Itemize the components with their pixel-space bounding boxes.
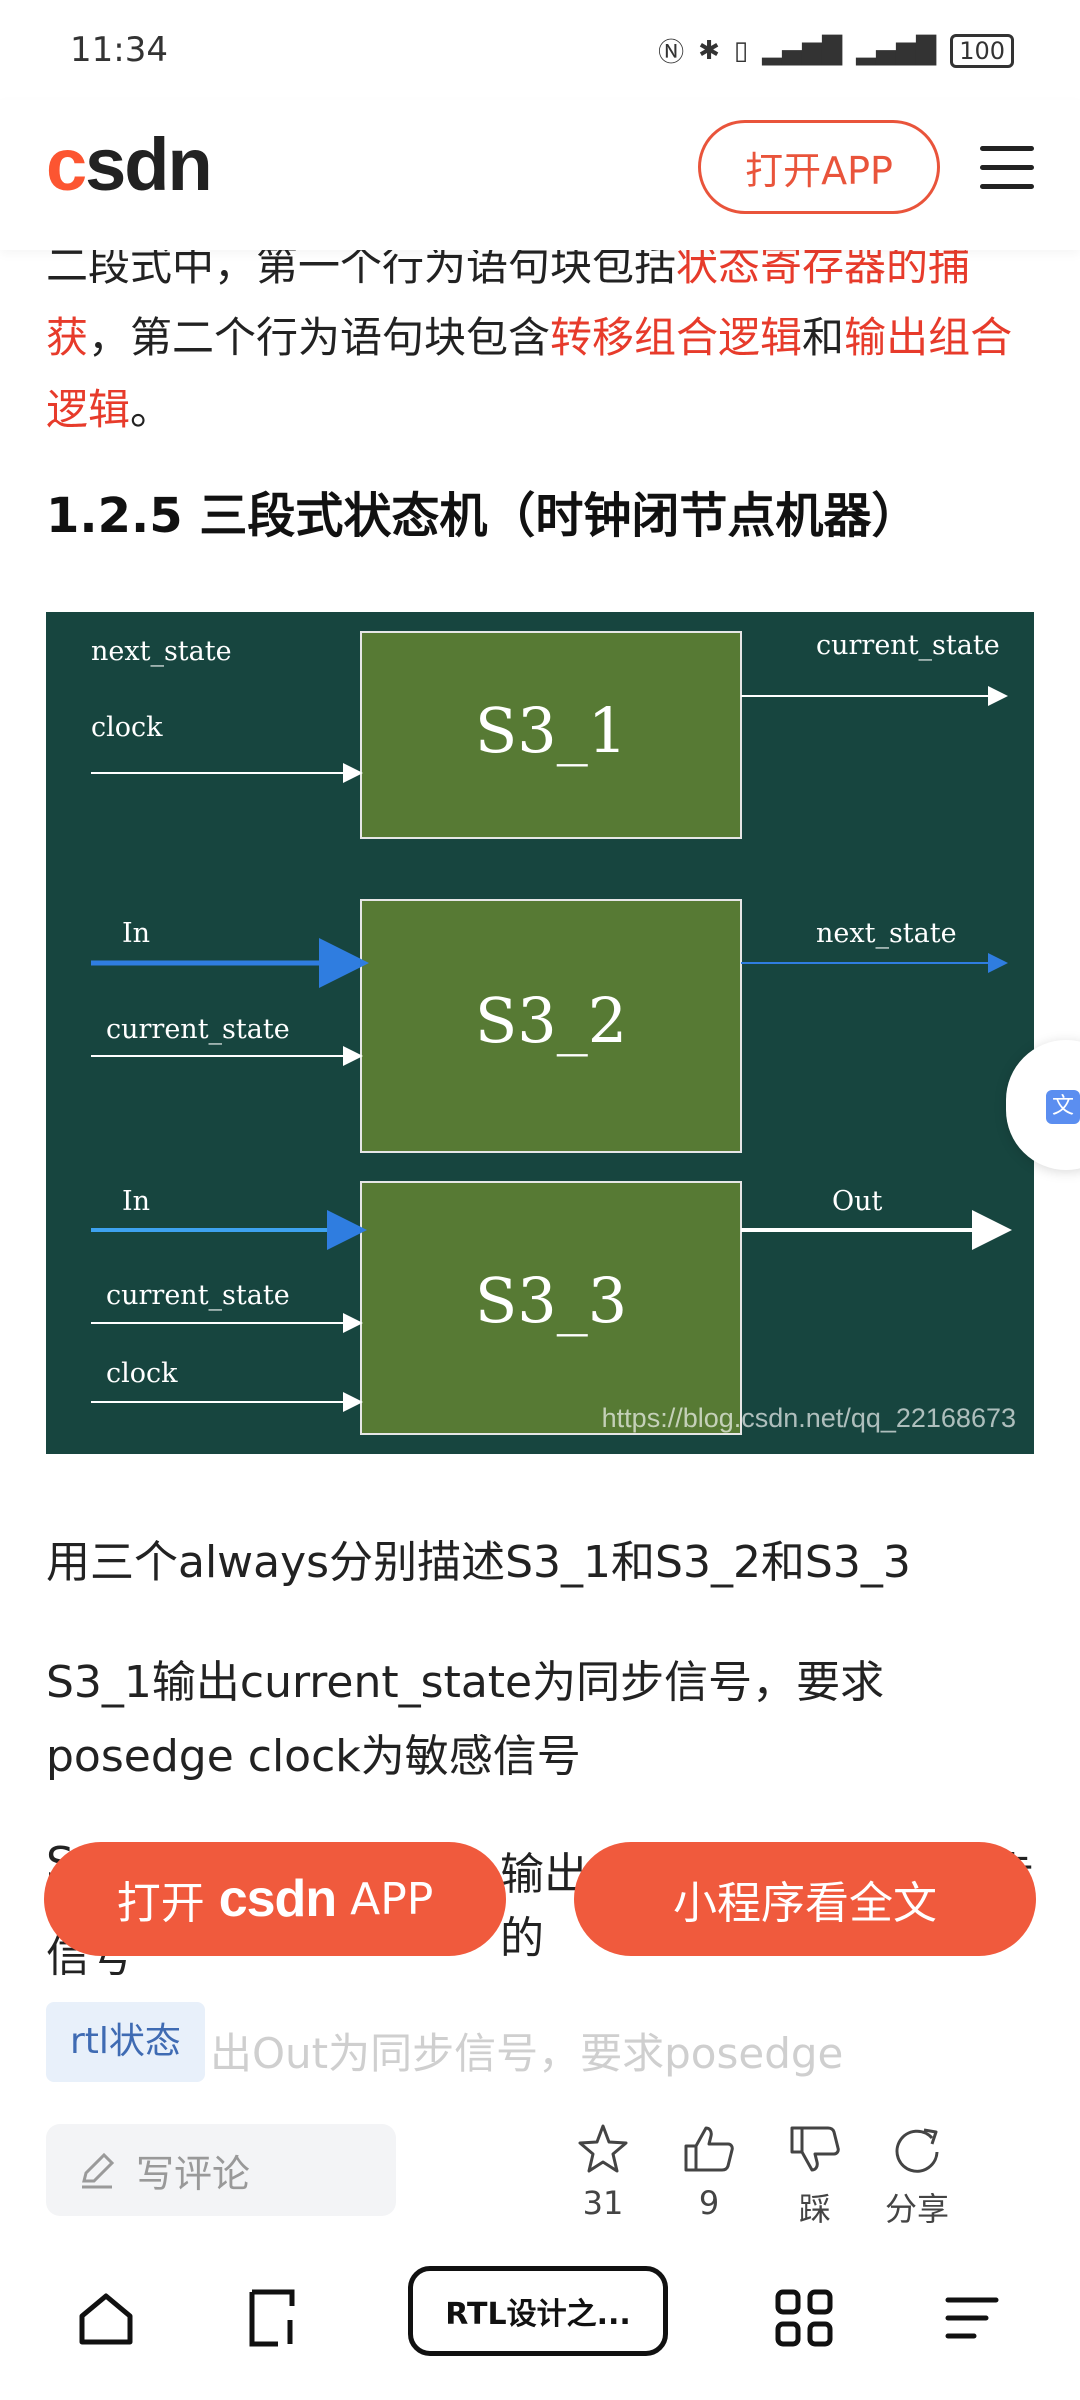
like-count: 9 xyxy=(698,2184,720,2222)
home-button[interactable] xyxy=(66,2278,146,2358)
intro-seg-4: 和 xyxy=(802,313,845,362)
intro-seg-3: 转移组合逻辑 xyxy=(550,313,803,362)
share-label: 分享 xyxy=(884,2190,949,2228)
para-always: 用三个always分别描述S3_1和S3_2和S3_3 xyxy=(46,1537,911,1588)
menu-lines-icon xyxy=(945,2297,999,2339)
star-icon xyxy=(578,2124,628,2173)
share-button[interactable]: 分享 xyxy=(872,2116,962,2230)
comment-placeholder: 写评论 xyxy=(136,2151,251,2196)
b3-input-in: In xyxy=(122,1186,150,1217)
apps-button[interactable] xyxy=(764,2278,844,2358)
image-watermark: https://blog.csdn.net/qq_22168673 xyxy=(601,1403,1016,1433)
section-heading: 1.2.5 三段式状态机（时钟闭节点机器） xyxy=(46,488,920,544)
b3-input-clock: clock xyxy=(106,1358,178,1389)
star-count: 31 xyxy=(582,2184,624,2222)
dislike-label: 踩 xyxy=(798,2190,831,2228)
comment-input[interactable]: 写评论 xyxy=(46,2124,396,2216)
tabs-button[interactable] xyxy=(234,2278,314,2358)
current-tab-pill[interactable]: RTL设计之... xyxy=(408,2266,668,2356)
tabs-icon xyxy=(249,2289,295,2347)
mini-program-read-button[interactable]: 小程序看全文 xyxy=(574,1842,1036,1956)
csdn-logo[interactable]: csdn xyxy=(46,122,213,207)
dislike-button[interactable]: 踩 xyxy=(770,2116,860,2230)
star-button[interactable]: 31 xyxy=(558,2116,648,2222)
browser-nav-bar: RTL设计之... xyxy=(0,2250,1080,2400)
b3-input-current-state: current_state xyxy=(106,1280,290,1311)
share-icon xyxy=(895,2128,939,2173)
signal-4g-icon: ▂▄▆█ xyxy=(856,35,937,66)
thumbs-up-icon xyxy=(684,2126,734,2172)
tag-rtl[interactable]: rtl状态 xyxy=(46,2002,205,2082)
para-s3-1-line2: posedge clock为敏感信号 xyxy=(46,1731,581,1782)
pencil-icon xyxy=(82,2152,115,2189)
translate-icon: 文 xyxy=(1046,1090,1080,1124)
fsm-diagram-svg: S3_1 next_state clock current_state S3_2… xyxy=(91,630,1012,1435)
b1-input-clock: clock xyxy=(91,712,163,743)
vibrate-icon: ▯ xyxy=(733,35,749,66)
article-body: 二段式中，第一个行为语句块包括状态寄存器的捕获，第二个行为语句块包含转移组合逻辑… xyxy=(46,230,1036,546)
intro-paragraph: 二段式中，第一个行为语句块包括状态寄存器的捕获，第二个行为语句块包含转移组合逻辑… xyxy=(46,230,1036,446)
status-time: 11:34 xyxy=(70,30,168,70)
open-csdn-app-button[interactable]: 打开 csdn APP xyxy=(44,1842,506,1956)
nfc-icon: Ⓝ xyxy=(658,38,685,68)
block-s3-3-label: S3_3 xyxy=(475,1264,627,1337)
intro-seg-6: 。 xyxy=(130,385,173,434)
home-icon xyxy=(79,2293,133,2345)
open-app-button[interactable]: 打开APP xyxy=(698,120,940,214)
b1-input-next-state: next_state xyxy=(91,636,232,667)
grid-icon xyxy=(775,2289,833,2347)
action-bar: 写评论 31 9 踩 分享 xyxy=(0,2100,1080,2250)
status-bar: 11:34 Ⓝ ✱ ▯ ▂▄▆█ ▂▄▆█ 100 xyxy=(0,0,1080,100)
b2-input-in: In xyxy=(122,918,150,949)
b3-output-label: Out xyxy=(832,1186,883,1217)
top-bar: csdn 打开APP xyxy=(0,100,1080,250)
status-icons: Ⓝ ✱ ▯ ▂▄▆█ ▂▄▆█ 100 xyxy=(658,32,1014,69)
signal-5g-icon: ▂▄▆█ xyxy=(762,35,843,66)
more-menu-button[interactable] xyxy=(932,2278,1012,2358)
para-s3-1-line1: S3_1输出current_state为同步信号，要求 xyxy=(46,1657,885,1708)
bluetooth-icon: ✱ xyxy=(698,35,720,66)
thumbs-down-icon xyxy=(790,2126,840,2172)
cta-left-suffix: APP xyxy=(350,1873,434,1925)
cta-left-brand: csdn xyxy=(218,1870,337,1928)
b2-input-current-state: current_state xyxy=(106,1014,290,1045)
block-s3-2-label: S3_2 xyxy=(475,984,627,1057)
b1-output-label: current_state xyxy=(816,630,1000,661)
block-s3-1-label: S3_1 xyxy=(475,694,627,767)
b2-output-label: next_state xyxy=(816,918,957,949)
battery-icon: 100 xyxy=(950,33,1014,68)
faded-text: 出Out为同步信号，要求posedge xyxy=(210,2029,844,2078)
like-button[interactable]: 9 xyxy=(664,2116,754,2222)
fsm-diagram: S3_1 next_state clock current_state S3_2… xyxy=(46,612,1034,1454)
menu-icon[interactable] xyxy=(980,146,1034,190)
cta-left-prefix: 打开 xyxy=(116,1878,205,1929)
intro-seg-2: ，第二个行为语句块包含 xyxy=(88,313,551,362)
